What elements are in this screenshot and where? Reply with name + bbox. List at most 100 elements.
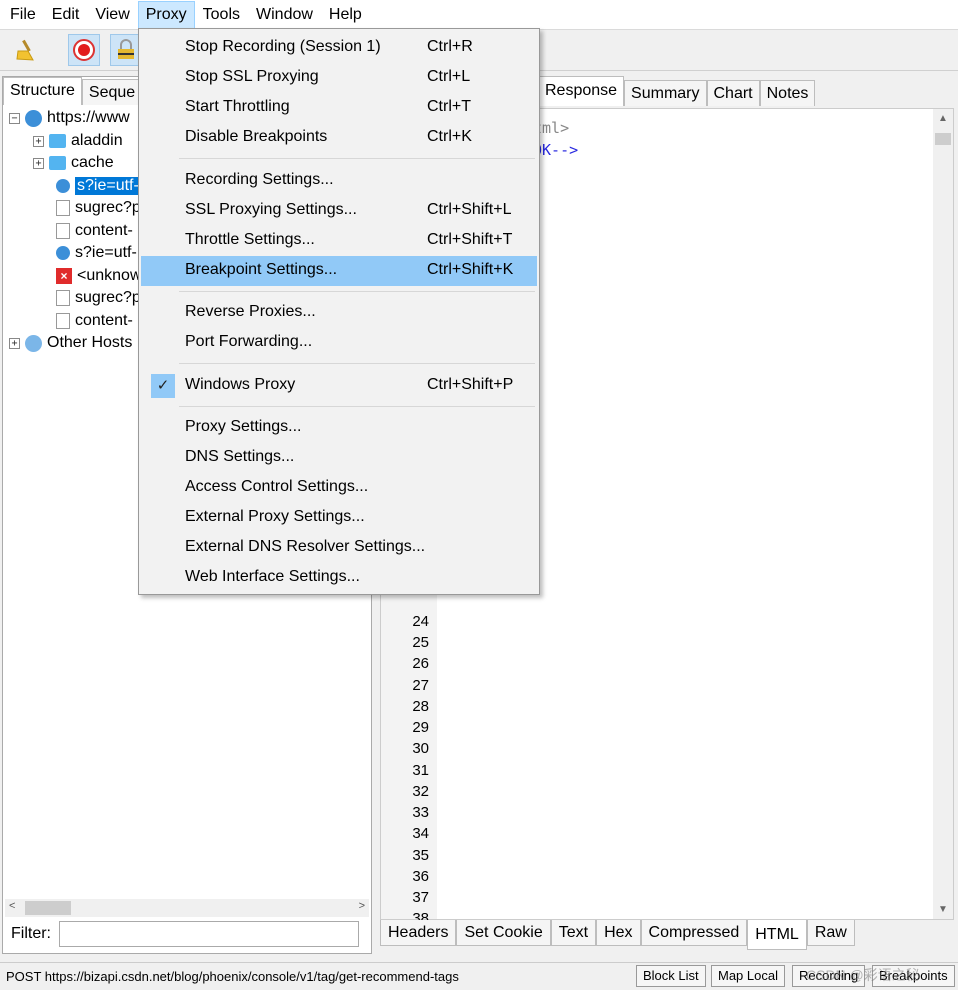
menu-item-label: Proxy Settings...	[185, 418, 302, 435]
expand-icon[interactable]: +	[33, 157, 44, 169]
record-button[interactable]	[68, 34, 100, 66]
menu-item-proxy-settings[interactable]: Proxy Settings...	[141, 413, 537, 443]
menu-item-throttle-settings[interactable]: Throttle Settings... Ctrl+Shift+T	[141, 226, 537, 256]
menu-window[interactable]: Window	[248, 1, 321, 29]
error-icon: ×	[56, 268, 72, 284]
menu-item-ssl-proxying-settings[interactable]: SSL Proxying Settings... Ctrl+Shift+L	[141, 196, 537, 226]
clear-session-button[interactable]	[10, 34, 42, 66]
menu-item-label: Stop Recording (Session 1)	[185, 38, 381, 55]
menu-item-stop-recording[interactable]: Stop Recording (Session 1) Ctrl+R	[141, 33, 537, 63]
menu-tools[interactable]: Tools	[195, 1, 248, 29]
block-list-button[interactable]: Block List	[636, 965, 706, 987]
menu-item-start-throttling[interactable]: Start Throttling Ctrl+T	[141, 93, 537, 123]
tree-other-hosts[interactable]: + Other Hosts	[9, 332, 132, 354]
menu-item-shortcut: Ctrl+Shift+T	[427, 231, 513, 248]
tab-compressed[interactable]: Compressed	[640, 920, 748, 946]
tree-item[interactable]: content-	[51, 220, 133, 242]
collapse-icon[interactable]: −	[9, 112, 20, 124]
watermark: CSDN @彩语之秘	[806, 967, 920, 983]
menu-item-label: Web Interface Settings...	[185, 568, 360, 585]
tab-headers[interactable]: Headers	[380, 920, 457, 946]
menu-item-reverse-proxies[interactable]: Reverse Proxies...	[141, 298, 537, 328]
tree-item[interactable]: s?ie=utf-	[51, 242, 137, 264]
menu-help[interactable]: Help	[321, 1, 370, 29]
tab-html[interactable]: HTML	[747, 920, 807, 950]
lock-icon	[118, 39, 134, 59]
scroll-up-icon[interactable]: ▲	[938, 113, 948, 124]
tab-text[interactable]: Text	[550, 920, 597, 946]
menu-item-recording-settings[interactable]: Recording Settings...	[141, 166, 537, 196]
tree-folder-label: aladdin	[71, 132, 123, 149]
code-file-icon	[56, 313, 70, 329]
menu-item-disable-breakpoints[interactable]: Disable Breakpoints Ctrl+K	[141, 123, 537, 153]
scroll-down-icon[interactable]: ▼	[938, 904, 948, 915]
tree-item-label: content-	[75, 222, 133, 239]
menu-item-access-control-settings[interactable]: Access Control Settings...	[141, 473, 537, 503]
expand-icon[interactable]: +	[9, 337, 20, 349]
line-number: 30	[412, 740, 429, 757]
filter-input[interactable]	[59, 921, 359, 947]
scroll-thumb[interactable]	[25, 901, 71, 915]
line-number: 27	[412, 677, 429, 694]
expand-icon[interactable]: +	[33, 135, 44, 147]
menu-item-shortcut: Ctrl+K	[427, 128, 472, 145]
menu-item-external-dns-resolver-settings[interactable]: External DNS Resolver Settings...	[141, 533, 537, 563]
menu-item-dns-settings[interactable]: DNS Settings...	[141, 443, 537, 473]
menu-item-shortcut: Ctrl+L	[427, 68, 471, 85]
tree-folder[interactable]: + aladdin	[33, 130, 123, 152]
filter-bar: Filter:	[11, 921, 359, 947]
tree-item[interactable]: content-	[51, 310, 133, 332]
menu-item-label: Reverse Proxies...	[185, 303, 316, 320]
tree-item-label: sugrec?p	[75, 199, 141, 216]
line-number: 32	[412, 783, 429, 800]
menu-item-shortcut: Ctrl+Shift+P	[427, 376, 514, 393]
broom-icon	[16, 39, 34, 61]
menu-separator	[179, 406, 535, 407]
tab-sequence[interactable]: Seque	[81, 79, 143, 105]
tab-response[interactable]: Response	[538, 76, 625, 106]
menu-proxy[interactable]: Proxy	[137, 0, 195, 29]
menu-edit[interactable]: Edit	[44, 1, 88, 29]
tree-item[interactable]: sugrec?p	[51, 197, 141, 219]
line-number: 33	[412, 804, 429, 821]
line-number: 26	[412, 655, 429, 672]
menu-file[interactable]: File	[2, 1, 44, 29]
vertical-scrollbar[interactable]: ▲ ▼	[933, 109, 953, 919]
menu-item-label: Throttle Settings...	[185, 231, 315, 248]
scroll-right-icon[interactable]: >	[359, 900, 365, 912]
tree-item[interactable]: sugrec?p	[51, 287, 141, 309]
tab-summary[interactable]: Summary	[624, 80, 707, 106]
menu-item-label: Recording Settings...	[185, 171, 334, 188]
tab-notes[interactable]: Notes	[759, 80, 816, 106]
response-view-tabs: Headers Set Cookie Text Hex Compressed H…	[380, 920, 855, 950]
tab-hex[interactable]: Hex	[596, 920, 641, 946]
document-icon	[56, 200, 70, 216]
menu-item-stop-ssl-proxying[interactable]: Stop SSL Proxying Ctrl+L	[141, 63, 537, 93]
menu-item-windows-proxy[interactable]: ✓ Windows Proxy Ctrl+Shift+P	[141, 371, 537, 401]
menu-view[interactable]: View	[87, 1, 137, 29]
menu-item-external-proxy-settings[interactable]: External Proxy Settings...	[141, 503, 537, 533]
tab-structure[interactable]: Structure	[3, 77, 82, 105]
line-number: 31	[412, 762, 429, 779]
tab-chart[interactable]: Chart	[706, 80, 760, 106]
tree-root[interactable]: − https://www	[9, 107, 130, 129]
globe-icon	[25, 109, 42, 127]
menu-item-breakpoint-settings[interactable]: Breakpoint Settings... Ctrl+Shift+K	[141, 256, 537, 286]
tab-set-cookie[interactable]: Set Cookie	[456, 920, 551, 946]
tree-item[interactable]: × <unknow	[51, 265, 142, 287]
menubar: File Edit View Proxy Tools Window Help	[0, 0, 958, 30]
horizontal-scrollbar[interactable]: < >	[5, 899, 369, 917]
menu-item-shortcut: Ctrl+Shift+L	[427, 201, 512, 218]
menu-item-web-interface-settings[interactable]: Web Interface Settings...	[141, 563, 537, 593]
filter-label: Filter:	[11, 925, 51, 942]
menu-item-port-forwarding[interactable]: Port Forwarding...	[141, 328, 537, 358]
tree-item-label: <unknow	[77, 267, 142, 284]
tree-item[interactable]: s?ie=utf-	[51, 175, 141, 197]
scroll-left-icon[interactable]: <	[9, 900, 15, 912]
menu-separator	[179, 158, 535, 159]
tree-folder[interactable]: + cache	[33, 152, 114, 174]
scroll-thumb[interactable]	[935, 133, 951, 145]
map-local-button[interactable]: Map Local	[711, 965, 785, 987]
record-icon	[73, 39, 95, 61]
tab-raw[interactable]: Raw	[806, 920, 855, 946]
